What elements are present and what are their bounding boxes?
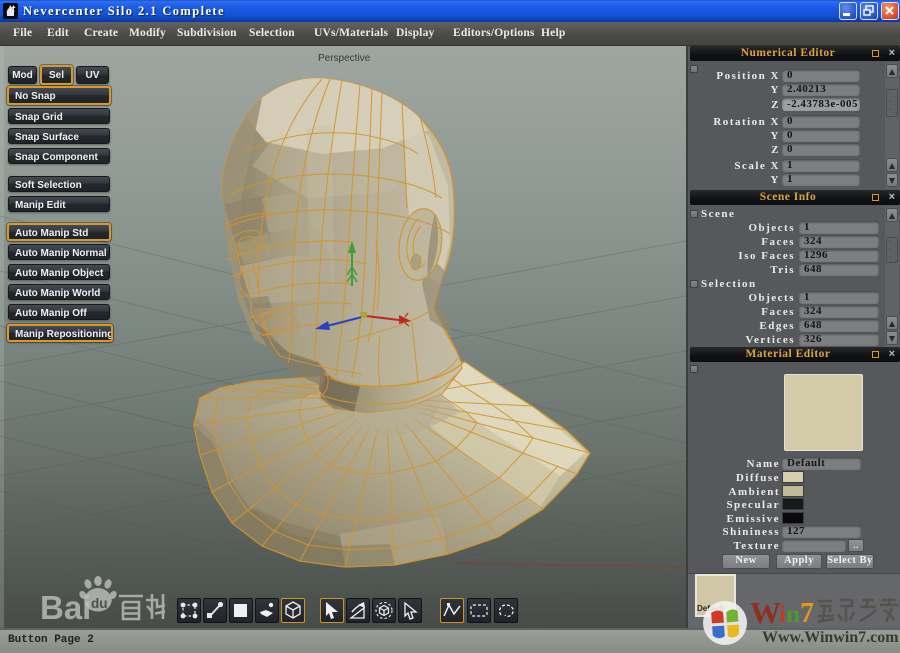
svg-text:W: W (750, 595, 781, 630)
svg-text:n: n (786, 601, 800, 628)
svg-text:du: du (91, 596, 108, 611)
svg-text:Www.Winwin7.com: Www.Winwin7.com (762, 629, 899, 646)
svg-text:7: 7 (800, 598, 814, 629)
svg-text:i: i (779, 601, 786, 628)
